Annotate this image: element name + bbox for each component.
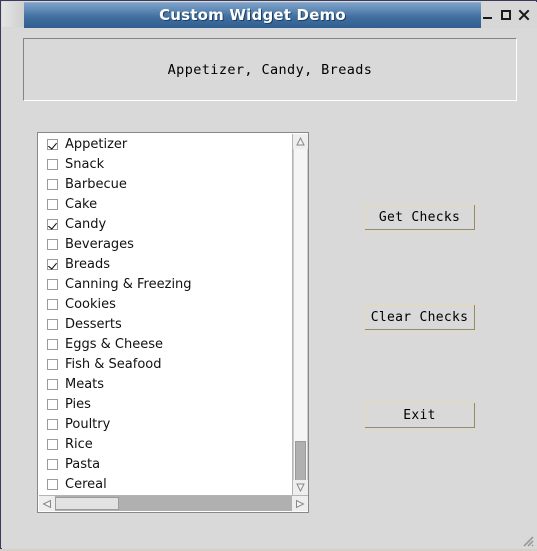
- checkbox-unchecked-icon[interactable]: [47, 358, 58, 370]
- checklist-item-label: Rice: [65, 436, 93, 452]
- checklist-item[interactable]: Poultry: [39, 414, 293, 434]
- horizontal-scrollbar-track[interactable]: [55, 496, 292, 511]
- checkbox-unchecked-icon[interactable]: [47, 438, 58, 450]
- close-button[interactable]: [516, 6, 532, 24]
- checkbox-checked-icon[interactable]: [47, 258, 58, 270]
- checkbox-checked-icon[interactable]: [47, 218, 58, 230]
- selected-items-label: Appetizer, Candy, Breads: [167, 61, 373, 78]
- checklist-item-label: Pasta: [65, 456, 101, 472]
- triangle-down-icon[interactable]: [293, 480, 308, 495]
- checkbox-unchecked-icon[interactable]: [47, 298, 58, 310]
- checklist-item[interactable]: Eggs & Cheese: [39, 334, 293, 354]
- title-bar-gradient: Custom Widget Demo: [24, 2, 481, 28]
- checklist-item-label: Desserts: [65, 316, 122, 332]
- vertical-scrollbar[interactable]: [292, 134, 308, 495]
- checkbox-unchecked-icon[interactable]: [47, 178, 58, 190]
- checklist-item-label: Fish & Seafood: [65, 356, 162, 372]
- checklist-item-label: Cake: [65, 196, 98, 212]
- checkbox-unchecked-icon[interactable]: [47, 278, 58, 290]
- checklist-item[interactable]: Candy: [39, 214, 293, 234]
- clear-checks-button-label: Clear Checks: [365, 305, 475, 330]
- checklist-item-label: Canning & Freezing: [65, 276, 192, 292]
- checklist-item[interactable]: Rice: [39, 434, 293, 454]
- get-checks-button-label: Get Checks: [365, 205, 475, 230]
- checklist-item-label: Beverages: [65, 236, 134, 252]
- title-bar-left-cap: [2, 2, 24, 27]
- checklist-item[interactable]: Barbecue: [39, 174, 293, 194]
- application-window: Custom Widget Demo Appetizer, Candy, Bre…: [0, 0, 537, 549]
- checklist-item[interactable]: Snack: [39, 154, 293, 174]
- checklist-item-label: Eggs & Cheese: [65, 336, 163, 352]
- minimize-button[interactable]: [480, 6, 496, 24]
- checkbox-unchecked-icon[interactable]: [47, 238, 58, 250]
- resize-grip[interactable]: [520, 532, 534, 547]
- checklist-item[interactable]: Fish & Seafood: [39, 354, 293, 374]
- checklist-item-label: Snack: [65, 156, 105, 172]
- checkbox-unchecked-icon[interactable]: [47, 478, 58, 490]
- checklist-item[interactable]: Cereal: [39, 474, 293, 494]
- clear-checks-button[interactable]: Clear Checks: [364, 304, 476, 331]
- checkbox-unchecked-icon[interactable]: [47, 418, 58, 430]
- checklist-item[interactable]: Pasta: [39, 454, 293, 474]
- checklist-item-label: Barbecue: [65, 176, 127, 192]
- checkbox-unchecked-icon[interactable]: [47, 378, 58, 390]
- checklist-item[interactable]: Meats: [39, 374, 293, 394]
- checklist-item[interactable]: Desserts: [39, 314, 293, 334]
- checklist-item[interactable]: Pies: [39, 394, 293, 414]
- checklist-item[interactable]: Appetizer: [39, 134, 293, 154]
- window-controls: [479, 2, 535, 27]
- exit-button[interactable]: Exit: [364, 402, 476, 429]
- triangle-up-icon[interactable]: [293, 134, 308, 149]
- checklist-item-label: Poultry: [65, 416, 111, 432]
- status-label-frame: Appetizer, Candy, Breads: [23, 38, 517, 101]
- get-checks-button[interactable]: Get Checks: [364, 204, 476, 231]
- checkbox-unchecked-icon[interactable]: [47, 318, 58, 330]
- vertical-scrollbar-thumb[interactable]: [295, 441, 306, 481]
- checklist-item-label: Cereal: [65, 476, 107, 492]
- checklist-item-label: Meats: [65, 376, 105, 392]
- checklist[interactable]: Appetizer Snack Barbecue Cake Candy Beverages…: [39, 134, 293, 495]
- horizontal-scrollbar[interactable]: [39, 495, 308, 511]
- checklist-item[interactable]: Breads: [39, 254, 293, 274]
- checklist-item[interactable]: Beverages: [39, 234, 293, 254]
- triangle-right-icon[interactable]: [292, 496, 308, 511]
- checklist-item[interactable]: Cookies: [39, 294, 293, 314]
- window-title: Custom Widget Demo: [159, 6, 346, 24]
- checkbox-unchecked-icon[interactable]: [47, 338, 58, 350]
- checkbox-unchecked-icon[interactable]: [47, 458, 58, 470]
- checklist-item[interactable]: Canning & Freezing: [39, 274, 293, 294]
- checklist-item-label: Pies: [65, 396, 91, 412]
- checkbox-unchecked-icon[interactable]: [47, 158, 58, 170]
- maximize-button[interactable]: [498, 6, 514, 24]
- triangle-left-icon[interactable]: [39, 496, 55, 511]
- checklist-item-label: Breads: [65, 256, 110, 272]
- checklist-item-label: Appetizer: [65, 136, 128, 152]
- client-area: Appetizer, Candy, Breads Appetizer Snack B…: [2, 28, 537, 549]
- checkbox-checked-icon[interactable]: [47, 138, 58, 150]
- checkbox-unchecked-icon[interactable]: [47, 198, 58, 210]
- checklist-item[interactable]: Cake: [39, 194, 293, 214]
- title-bar: Custom Widget Demo: [2, 2, 537, 28]
- horizontal-scrollbar-thumb[interactable]: [55, 497, 119, 510]
- checklist-item-label: Candy: [65, 216, 107, 232]
- vertical-scrollbar-track[interactable]: [293, 149, 308, 481]
- exit-button-label: Exit: [365, 403, 475, 428]
- checkbox-unchecked-icon[interactable]: [47, 398, 58, 410]
- checklist-item-label: Cookies: [65, 296, 116, 312]
- checklist-frame: Appetizer Snack Barbecue Cake Candy Beverages…: [37, 132, 309, 513]
